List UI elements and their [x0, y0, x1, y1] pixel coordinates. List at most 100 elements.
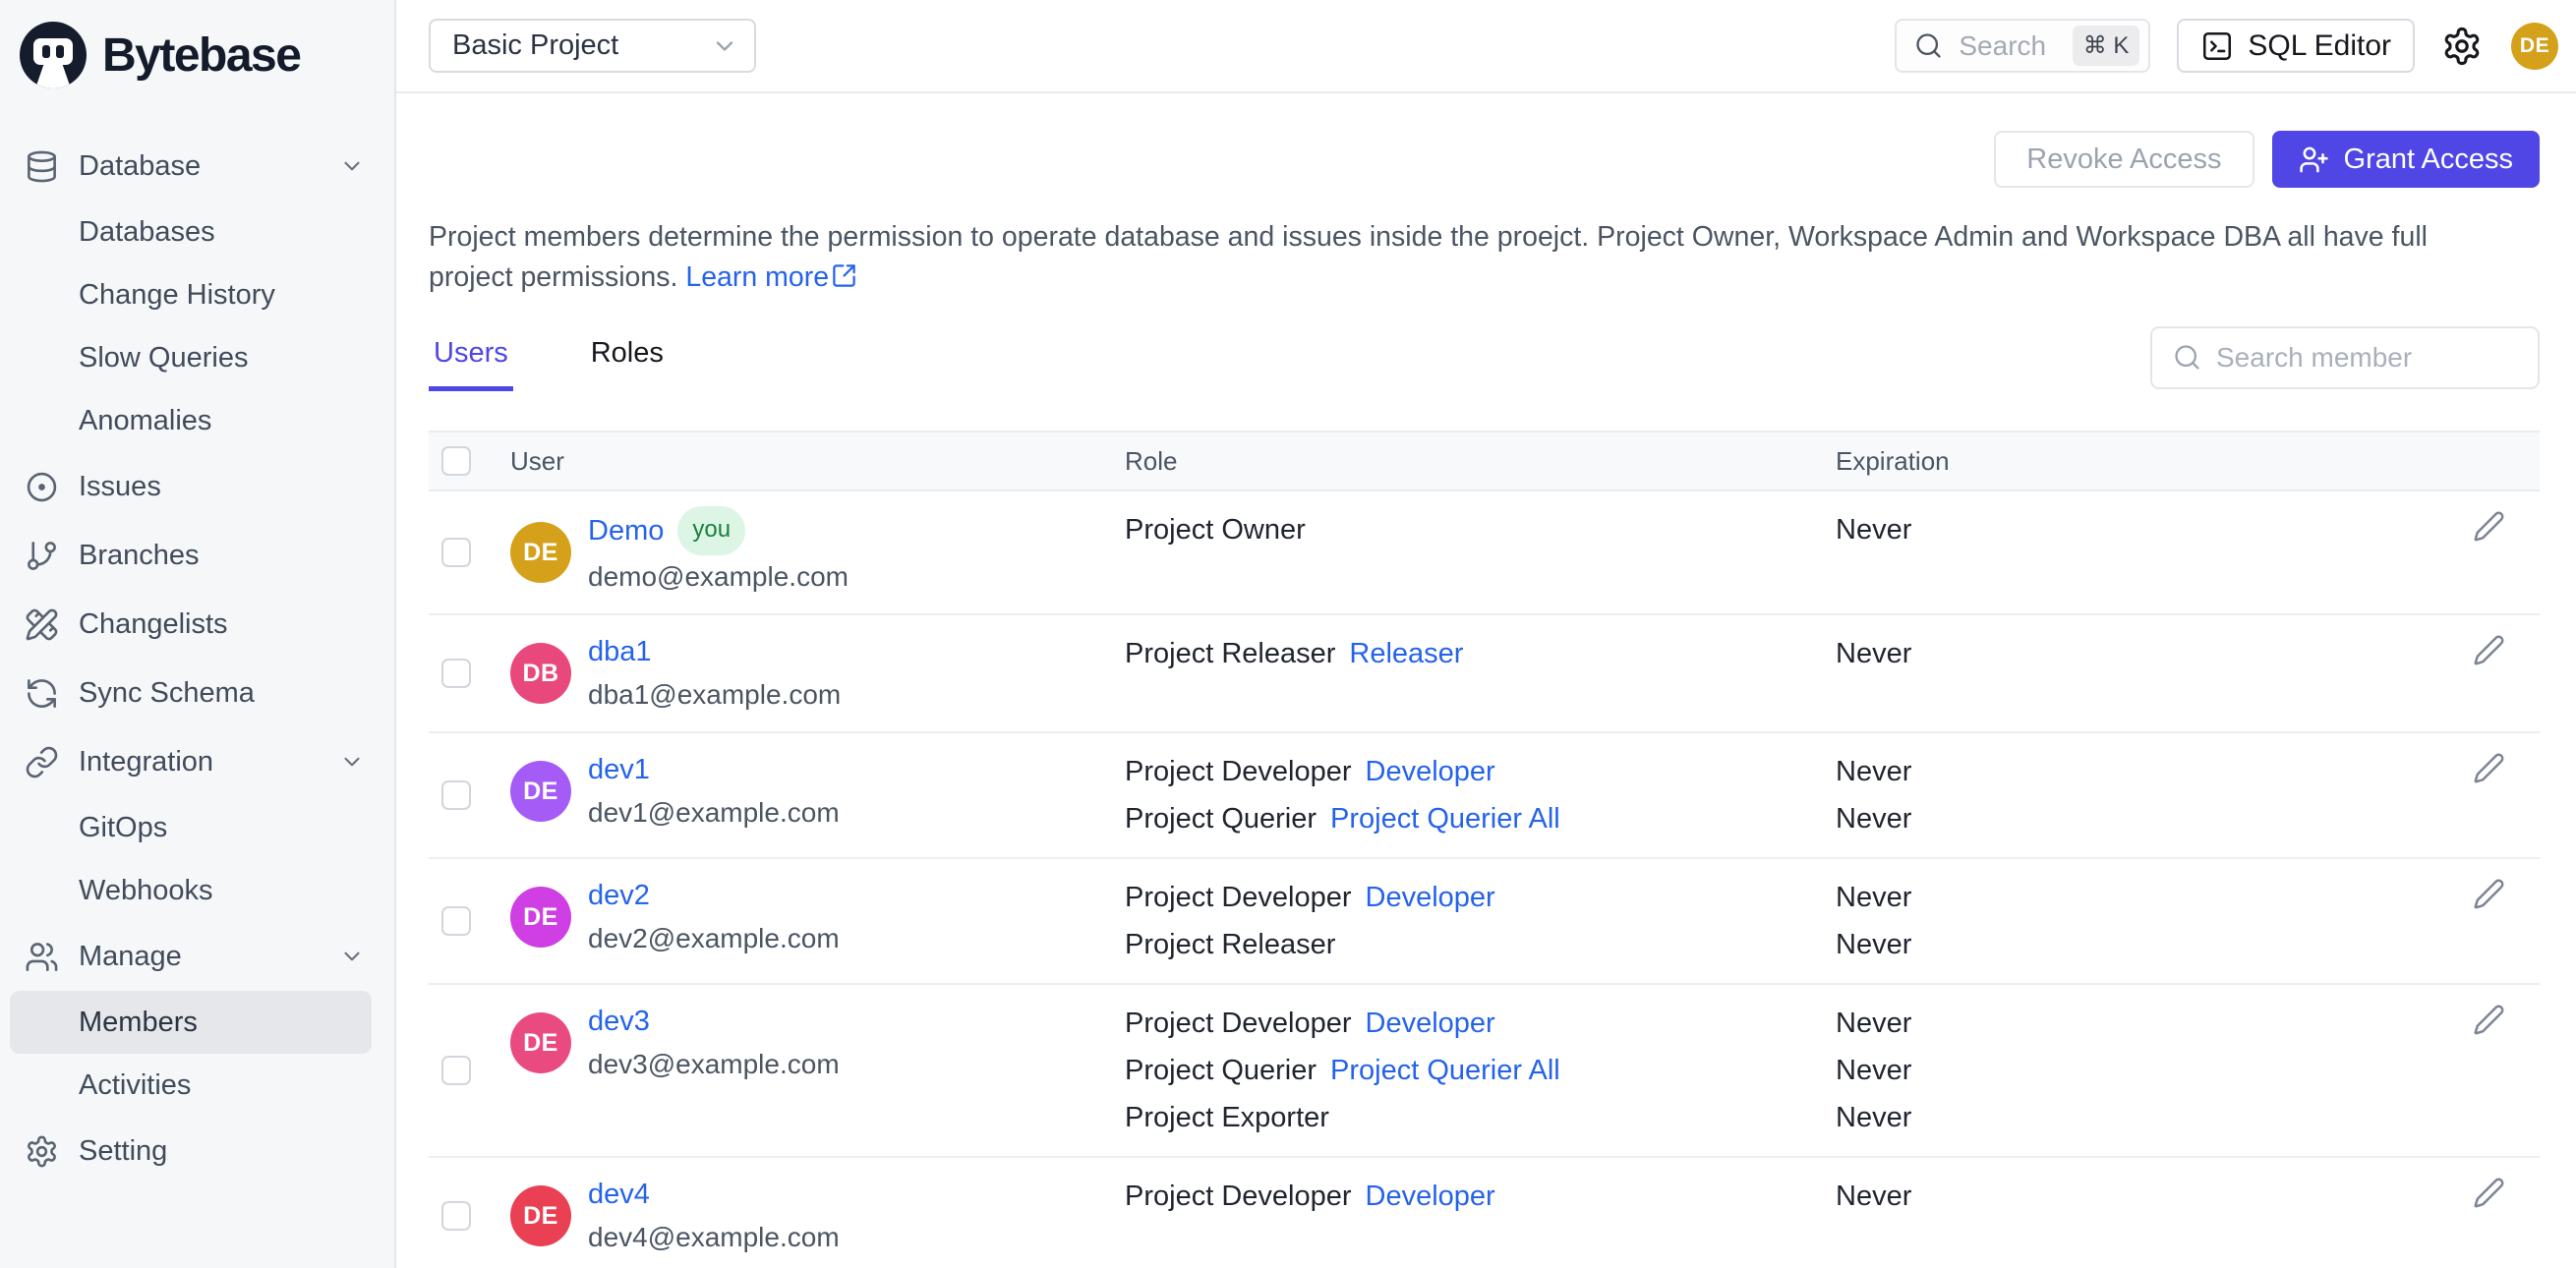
expiration-value: Never [1836, 882, 1912, 913]
search-icon [2172, 342, 2202, 373]
member-name-link[interactable]: Demo [588, 509, 664, 552]
gear-icon [25, 1134, 59, 1169]
sidebar-item-label: GitOps [79, 811, 168, 843]
role-link[interactable]: Project Querier All [1330, 1055, 1560, 1086]
role-line: Project Querier Project Querier All [1125, 803, 1560, 835]
role-link[interactable]: Developer [1366, 1008, 1495, 1039]
row-checkbox[interactable] [441, 1201, 471, 1231]
role-line: Project Owner [1125, 514, 1306, 546]
role-link[interactable]: Developer [1366, 756, 1495, 787]
header-user: User [510, 445, 564, 476]
search-icon [1913, 30, 1944, 61]
page-description: Project members determine the permission… [429, 217, 2518, 298]
table-row: DE dev2 dev2@example.com Project Develop… [429, 859, 2540, 985]
main-area: Basic Project Search ⌘ K SQL Editor DE R… [396, 0, 2576, 1268]
bytebase-logo-icon [20, 22, 87, 88]
members-table: User Role Expiration DE Demo you demo@ex… [429, 431, 2540, 1268]
sidebar-item-change-history[interactable]: Change History [0, 263, 394, 326]
table-row: DE dev1 dev1@example.com Project Develop… [429, 733, 2540, 859]
sidebar-item-gitops[interactable]: GitOps [0, 796, 394, 859]
member-email: dev3@example.com [588, 1049, 840, 1079]
avatar: DB [510, 643, 571, 704]
avatar: DE [510, 1012, 571, 1073]
expiration-value: Never [1836, 1008, 1912, 1039]
sidebar-item-anomalies[interactable]: Anomalies [0, 389, 394, 452]
sidebar-item-sync-schema[interactable]: Sync Schema [0, 659, 394, 727]
table-row: DE Demo you demo@example.com Project Own… [429, 491, 2540, 615]
row-checkbox[interactable] [441, 538, 471, 567]
member-name-link[interactable]: dev2 [588, 874, 650, 917]
revoke-access-button[interactable]: Revoke Access [1994, 131, 2254, 188]
global-search[interactable]: Search ⌘ K [1895, 19, 2151, 73]
sidebar-item-manage[interactable]: Manage [0, 922, 394, 991]
git-branch-icon [25, 539, 59, 573]
row-checkbox[interactable] [441, 1056, 471, 1085]
role-link[interactable]: Project Querier All [1330, 803, 1560, 835]
tab-users[interactable]: Users [429, 323, 513, 391]
edit-member-button[interactable] [2469, 506, 2509, 549]
user-cell: DE dev2 dev2@example.com [510, 874, 1125, 960]
sidebar-item-branches[interactable]: Branches [0, 521, 394, 590]
header-expiration: Expiration [1836, 445, 1950, 476]
learn-more-link[interactable]: Learn more [685, 261, 857, 293]
project-selector[interactable]: Basic Project [429, 19, 756, 73]
you-badge: you [677, 506, 746, 555]
topbar: Basic Project Search ⌘ K SQL Editor DE [396, 0, 2576, 93]
role-line: Project Releaser Releaser [1125, 638, 1464, 669]
sidebar-item-label: Changelists [79, 607, 228, 640]
user-cell: DE dev1 dev1@example.com [510, 748, 1125, 835]
edit-member-button[interactable] [2469, 630, 2509, 673]
role-link[interactable]: Releaser [1349, 638, 1463, 669]
member-name-link[interactable]: dba1 [588, 630, 652, 673]
member-name-link[interactable]: dev1 [588, 748, 650, 791]
header-role: Role [1125, 445, 1178, 476]
sql-editor-button[interactable]: SQL Editor [2177, 19, 2415, 73]
grant-access-button[interactable]: Grant Access [2271, 131, 2540, 188]
sidebar-item-webhooks[interactable]: Webhooks [0, 859, 394, 922]
role-link[interactable]: Developer [1366, 1181, 1495, 1212]
settings-gear-button[interactable] [2441, 25, 2485, 68]
sidebar-item-activities[interactable]: Activities [0, 1054, 394, 1117]
table-row: DE dev4 dev4@example.com Project Develop… [429, 1158, 2540, 1268]
sidebar-item-label: Issues [79, 470, 161, 502]
sidebar-item-setting[interactable]: Setting [0, 1117, 394, 1185]
sidebar-item-label: Slow Queries [79, 341, 249, 374]
sidebar-item-slow-queries[interactable]: Slow Queries [0, 326, 394, 389]
sidebar-item-databases[interactable]: Databases [0, 201, 394, 263]
sidebar: Bytebase Database Databases Change Histo… [0, 0, 396, 1268]
tab-roles[interactable]: Roles [586, 323, 669, 391]
user-avatar[interactable]: DE [2511, 22, 2558, 70]
sidebar-item-integration[interactable]: Integration [0, 727, 394, 796]
user-cell: DE dev3 dev3@example.com [510, 1000, 1125, 1086]
sidebar-item-label: Manage [79, 940, 182, 972]
expiration-value: Never [1836, 638, 1912, 669]
edit-member-button[interactable] [2469, 748, 2509, 791]
expiration-value: Never [1836, 803, 1912, 835]
edit-member-button[interactable] [2469, 874, 2509, 917]
sidebar-item-members[interactable]: Members [10, 991, 372, 1054]
member-name-link[interactable]: dev4 [588, 1173, 650, 1216]
database-icon [25, 149, 59, 184]
sidebar-item-label: Branches [79, 539, 200, 571]
edit-member-button[interactable] [2469, 1173, 2509, 1216]
member-name-link[interactable]: dev3 [588, 1000, 650, 1043]
member-search-input[interactable] [2216, 341, 2518, 374]
user-cell: DE Demo you demo@example.com [510, 506, 1125, 599]
edit-member-button[interactable] [2469, 1000, 2509, 1043]
sidebar-item-issues[interactable]: Issues [0, 452, 394, 521]
chevron-down-icon [711, 32, 738, 60]
role-link[interactable]: Developer [1366, 882, 1495, 913]
expiration-value: Never [1836, 1102, 1912, 1133]
row-checkbox[interactable] [441, 780, 471, 810]
sidebar-item-database[interactable]: Database [0, 132, 394, 201]
row-checkbox[interactable] [441, 659, 471, 688]
sidebar-item-label: Webhooks [79, 874, 213, 906]
row-checkbox[interactable] [441, 906, 471, 936]
member-email: dba1@example.com [588, 679, 842, 710]
sidebar-item-changelists[interactable]: Changelists [0, 590, 394, 659]
role-line: Project Developer Developer [1125, 882, 1495, 913]
expiration-value: Never [1836, 1181, 1912, 1212]
select-all-checkbox[interactable] [441, 446, 471, 476]
search-shortcut-kbd: ⌘ K [2072, 26, 2140, 66]
bytebase-logo[interactable]: Bytebase [0, 0, 394, 108]
